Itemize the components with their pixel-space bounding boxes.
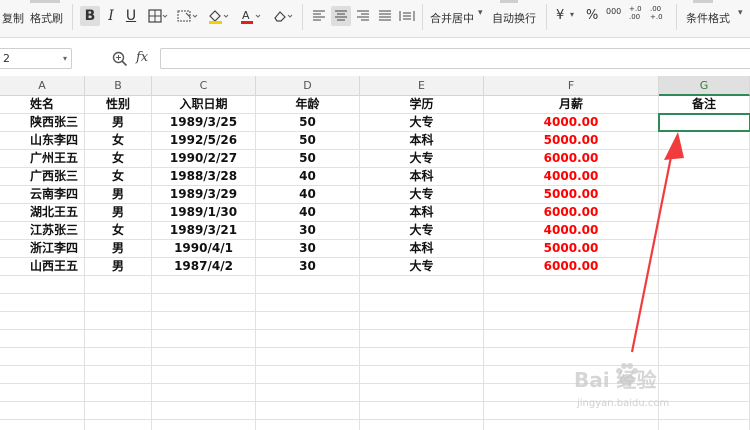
watermark-text: Bai 经验 (574, 368, 657, 392)
arrow-head (664, 132, 684, 160)
arrow-shaft (630, 151, 674, 353)
watermark-url: jingyan.baidu.com (577, 398, 670, 409)
